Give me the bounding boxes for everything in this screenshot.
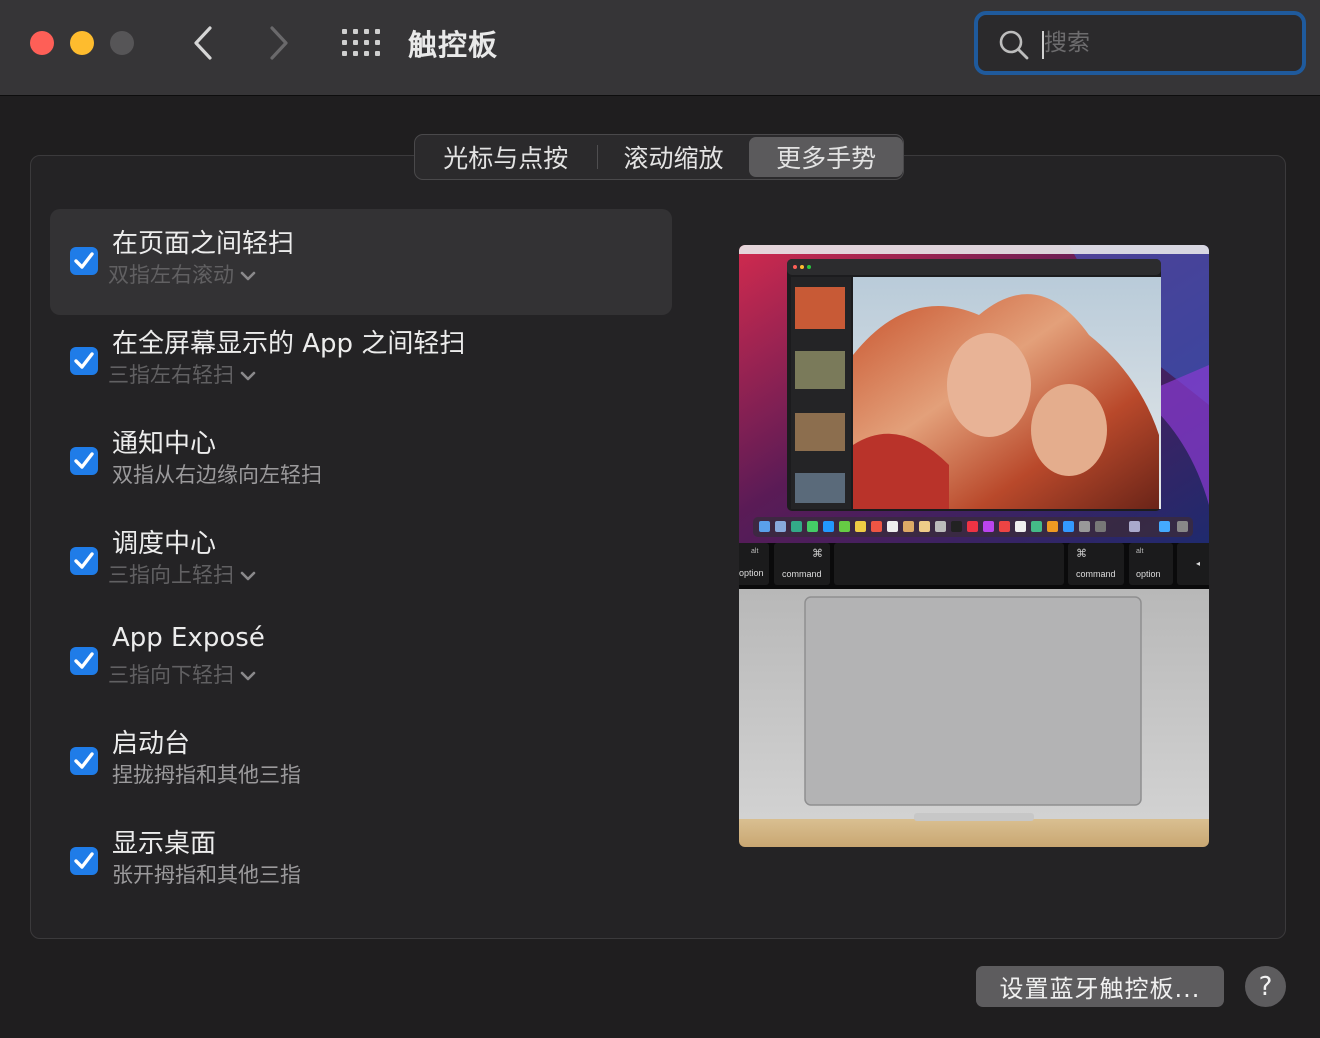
gesture-title: 显示桌面 [112, 829, 217, 859]
key-command-symbol-left: ⌘ [812, 547, 823, 560]
search-input[interactable] [1044, 23, 1284, 63]
key-option-right: option [1136, 569, 1161, 579]
checkbox-show-desktop[interactable] [70, 847, 98, 875]
chevron-left-icon [194, 26, 212, 60]
gesture-title: 在页面之间轻扫 [112, 229, 295, 259]
minimize-window-button[interactable] [70, 31, 94, 55]
gesture-title: 在全屏幕显示的 App 之间轻扫 [112, 329, 466, 359]
chevron-down-icon [240, 571, 256, 581]
trackpad [804, 596, 1142, 806]
search-field[interactable] [974, 11, 1306, 75]
setup-bluetooth-trackpad-button[interactable]: 设置蓝牙触控板... [976, 966, 1224, 1007]
key-arrow: ◂ [1196, 559, 1200, 568]
gesture-option-popup[interactable]: 三指向下轻扫 [108, 659, 256, 689]
checkbox-swipe-between-pages[interactable] [70, 247, 98, 275]
gesture-option-popup[interactable]: 三指左右轻扫 [108, 359, 256, 389]
checkbox-notification-center[interactable] [70, 447, 98, 475]
help-button[interactable]: ? [1245, 966, 1286, 1007]
gesture-row-app-expose[interactable]: App Exposé 三指向下轻扫 [50, 609, 672, 715]
checkmark-icon [74, 552, 94, 569]
gesture-title: 启动台 [112, 729, 191, 759]
gesture-option-label: 三指左右轻扫 [108, 363, 234, 387]
gesture-option-label: 双指左右滚动 [108, 263, 234, 287]
checkbox-launchpad[interactable] [70, 747, 98, 775]
gesture-option-popup[interactable]: 三指向上轻扫 [108, 559, 256, 589]
gesture-row-launchpad[interactable]: 启动台 捏拢拇指和其他三指 [50, 709, 672, 815]
checkmark-icon [74, 852, 94, 869]
gesture-row-notification-center[interactable]: 通知中心 双指从右边缘向左轻扫 [50, 409, 672, 515]
checkbox-swipe-between-apps[interactable] [70, 347, 98, 375]
checkmark-icon [74, 252, 94, 269]
gesture-title: App Exposé [112, 623, 265, 653]
search-icon [999, 30, 1029, 60]
checkbox-mission-control[interactable] [70, 547, 98, 575]
gesture-option-label: 三指向上轻扫 [108, 563, 234, 587]
chevron-down-icon [240, 671, 256, 681]
close-window-button[interactable] [30, 31, 54, 55]
gesture-option-popup[interactable]: 双指左右滚动 [108, 259, 256, 289]
checkbox-app-expose[interactable] [70, 647, 98, 675]
zoom-window-button[interactable] [110, 31, 134, 55]
checkmark-icon [74, 752, 94, 769]
gesture-description: 捏拢拇指和其他三指 [112, 763, 301, 787]
tab-more-gestures[interactable]: 更多手势 [749, 137, 903, 177]
window-title: 触控板 [408, 28, 499, 62]
chevron-down-icon [240, 271, 256, 281]
tab-point-and-click[interactable]: 光标与点按 [415, 135, 597, 179]
checkmark-icon [74, 452, 94, 469]
key-alt-right: alt [1136, 548, 1143, 555]
tab-scroll-and-zoom[interactable]: 滚动缩放 [598, 135, 750, 179]
gesture-row-swipe-between-pages[interactable]: 在页面之间轻扫 双指左右滚动 [50, 209, 672, 315]
checkmark-icon [74, 652, 94, 669]
checkmark-icon [74, 352, 94, 369]
key-command-right: command [1076, 569, 1116, 579]
gesture-preview-video: alt option ⌘ command ⌘ command alt optio… [739, 245, 1209, 847]
title-bar: 触控板 [0, 0, 1320, 96]
gesture-row-swipe-between-apps[interactable]: 在全屏幕显示的 App 之间轻扫 三指左右轻扫 [50, 309, 672, 415]
gesture-row-show-desktop[interactable]: 显示桌面 张开拇指和其他三指 [50, 809, 672, 915]
key-option-left: option [739, 568, 764, 578]
forward-button[interactable] [264, 24, 294, 62]
tab-bar: 光标与点按 滚动缩放 更多手势 [414, 134, 904, 180]
key-command-left: command [782, 569, 822, 579]
show-all-button[interactable] [342, 29, 380, 57]
gesture-title: 通知中心 [112, 429, 217, 459]
gesture-description: 张开拇指和其他三指 [112, 863, 301, 887]
chevron-right-icon [270, 26, 288, 60]
key-alt-left: alt [751, 548, 758, 555]
laptop-illustration: alt option ⌘ command ⌘ command alt optio… [739, 245, 1209, 847]
key-command-symbol-right: ⌘ [1076, 547, 1087, 560]
back-button[interactable] [190, 24, 220, 62]
gesture-title: 调度中心 [112, 529, 217, 559]
gesture-description: 双指从右边缘向左轻扫 [112, 463, 322, 487]
gesture-option-label: 三指向下轻扫 [108, 663, 234, 687]
gesture-row-mission-control[interactable]: 调度中心 三指向上轻扫 [50, 509, 672, 615]
chevron-down-icon [240, 371, 256, 381]
